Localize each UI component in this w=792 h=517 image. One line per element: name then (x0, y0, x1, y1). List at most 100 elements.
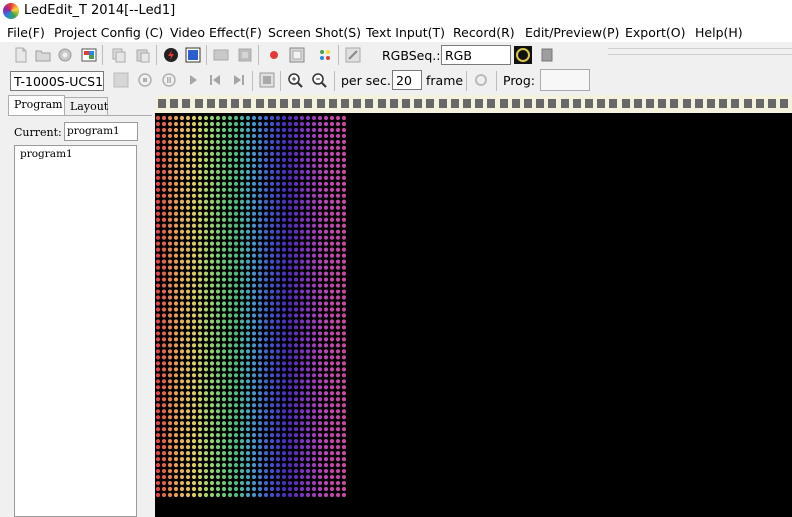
disabled-film-icon[interactable] (236, 46, 254, 64)
led-dot (317, 115, 323, 121)
ruler-marker (316, 99, 325, 108)
led-dot (167, 289, 173, 294)
loop-disabled-icon[interactable] (472, 71, 490, 89)
led-dot (203, 343, 209, 348)
led-dot (269, 145, 275, 151)
led-dot (221, 468, 227, 474)
led-dot (161, 415, 167, 420)
play-icon[interactable] (184, 71, 202, 89)
led-dot (299, 133, 305, 139)
led-dot (263, 319, 269, 324)
led-dot (293, 349, 299, 354)
list-item[interactable]: program1 (15, 146, 136, 162)
led-dot (221, 115, 227, 121)
led-dot (191, 462, 197, 468)
menu-screen-shot[interactable]: Screen Shot(S) (268, 25, 361, 40)
led-dot (305, 379, 311, 384)
blue-square-icon[interactable] (184, 46, 202, 64)
led-dot (167, 445, 173, 450)
led-dot (185, 115, 191, 121)
rgbseq-select[interactable]: RGB (441, 45, 511, 65)
led-dot (281, 421, 287, 426)
copy-icon[interactable] (110, 46, 128, 64)
led-dot (173, 175, 179, 180)
led-dot (179, 433, 185, 438)
dark-square-icon[interactable] (538, 46, 556, 64)
stop-disabled-icon[interactable] (136, 71, 154, 89)
led-dot (203, 451, 209, 456)
led-dot (227, 403, 233, 408)
led-dot (185, 409, 191, 414)
disabled-image-icon[interactable] (212, 46, 230, 64)
controller-select[interactable]: T-1000S-UCS19 (10, 71, 104, 91)
led-dot (251, 451, 257, 456)
record-dot-icon[interactable] (265, 46, 283, 64)
flash-icon[interactable] (162, 46, 180, 64)
led-dot (341, 415, 347, 420)
menu-text-input[interactable]: Text Input(T) (366, 25, 445, 40)
led-dot (191, 349, 197, 354)
led-dot (293, 457, 299, 462)
pause-disabled-icon[interactable] (160, 71, 178, 89)
tab-layout[interactable]: Layout (64, 97, 108, 115)
ruler-marker (548, 99, 557, 108)
led-dot (191, 391, 197, 396)
menu-project-config[interactable]: Project Config (C) (54, 25, 163, 40)
tab-program[interactable]: Program (8, 95, 65, 116)
menu-video-effect[interactable]: Video Effect(F) (170, 25, 262, 40)
menu-edit-preview[interactable]: Edit/Preview(P) (525, 25, 619, 40)
led-dot (269, 241, 275, 246)
zoom-out-icon[interactable] (310, 71, 328, 89)
ruler-marker (243, 99, 252, 108)
led-dot (173, 295, 179, 300)
led-dot (203, 175, 209, 180)
led-dot (299, 403, 305, 408)
led-dot (305, 199, 311, 204)
led-dot (281, 253, 287, 258)
edit-pencil-icon[interactable] (344, 46, 362, 64)
led-dot (317, 385, 323, 390)
led-dot (239, 163, 245, 168)
led-dot (275, 307, 281, 312)
color-wheel-icon[interactable] (514, 46, 532, 64)
led-dot (269, 343, 275, 348)
led-dot (317, 391, 323, 396)
led-dot (233, 385, 239, 390)
led-dot (215, 163, 221, 168)
first-frame-icon[interactable] (206, 71, 224, 89)
led-dot (185, 307, 191, 312)
new-file-icon[interactable] (12, 46, 30, 64)
led-canvas-area[interactable] (155, 95, 792, 517)
led-dot (311, 211, 317, 216)
led-dot (311, 139, 317, 145)
led-dot (203, 307, 209, 312)
image-icon[interactable] (80, 46, 98, 64)
led-dot (341, 145, 347, 151)
open-folder-icon[interactable] (34, 46, 52, 64)
led-dot (155, 337, 161, 342)
led-dot (257, 415, 263, 420)
stop-frame-icon[interactable] (288, 46, 306, 64)
menu-export[interactable]: Export(O) (625, 25, 686, 40)
effects-icon[interactable] (316, 46, 334, 64)
menu-help[interactable]: Help(H) (695, 25, 743, 40)
play-disabled-icon[interactable] (112, 71, 130, 89)
fps-input[interactable]: 20 (392, 70, 422, 90)
led-dot (275, 259, 281, 264)
zoom-in-icon[interactable] (286, 71, 304, 89)
led-dot (269, 175, 275, 180)
led-dot (203, 415, 209, 420)
led-dot (167, 331, 173, 336)
paste-icon[interactable] (134, 46, 152, 64)
menu-file[interactable]: File(F) (7, 25, 45, 40)
stop-square-icon[interactable] (258, 71, 276, 89)
menu-record[interactable]: Record(R) (453, 25, 515, 40)
led-dot (227, 391, 233, 396)
led-dot (215, 462, 221, 468)
settings-gear-icon[interactable] (56, 46, 74, 64)
current-program-field[interactable]: program1 (64, 122, 138, 141)
led-dot (209, 373, 215, 378)
led-dot (215, 492, 221, 498)
led-dot (215, 468, 221, 474)
last-frame-icon[interactable] (230, 71, 248, 89)
